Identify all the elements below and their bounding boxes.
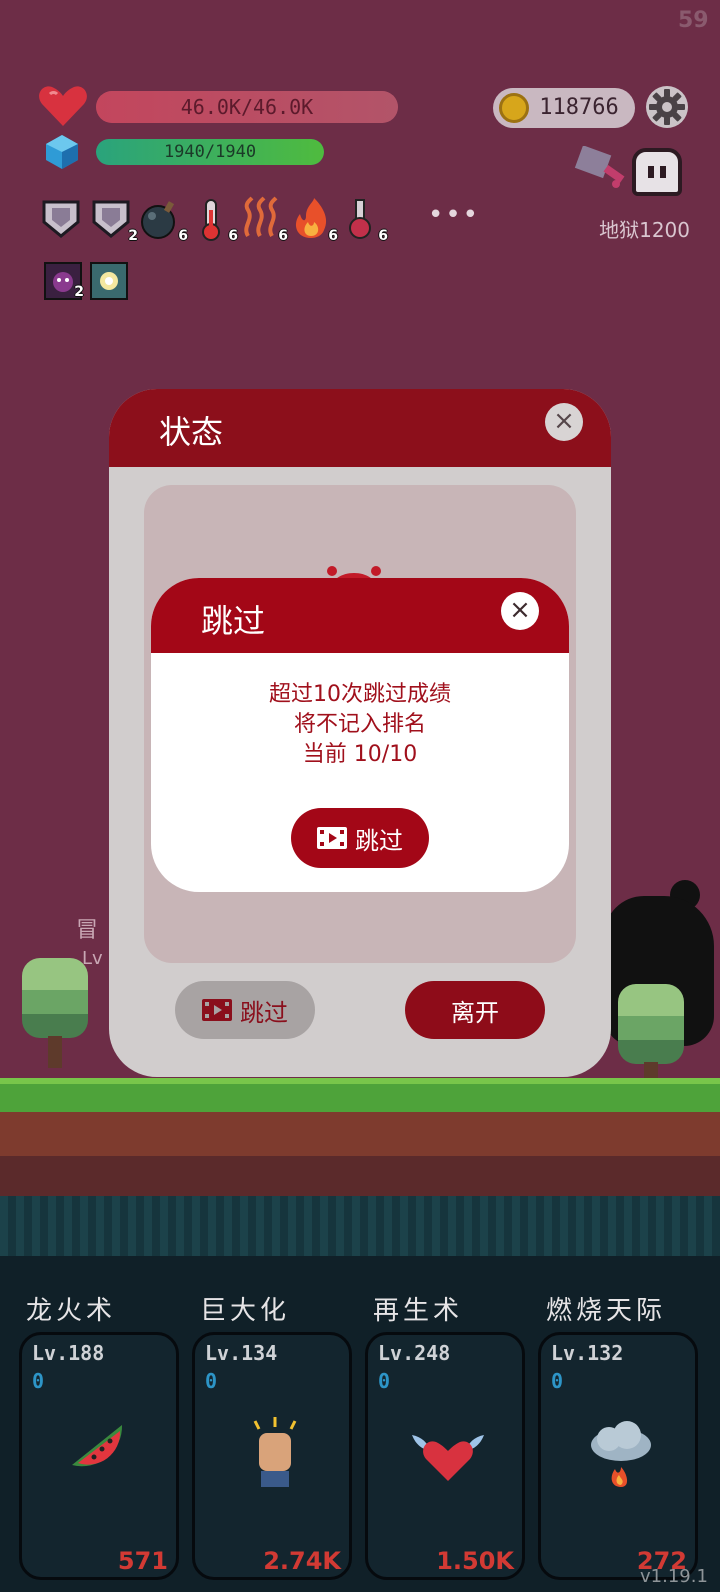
buff-count: 2	[74, 284, 84, 300]
skill-name: 燃烧天际	[546, 1296, 667, 1326]
demon-icon[interactable]: 2	[44, 262, 84, 302]
leave-button[interactable]: 离开	[405, 981, 545, 1039]
skill-card-dragon-fire[interactable]: Lv.188 0 571	[19, 1332, 179, 1580]
cleaver-icon[interactable]	[574, 146, 628, 192]
skill-extra: 0	[205, 1369, 218, 1393]
skip-close-button[interactable]: ×	[501, 592, 539, 630]
skill-extra: 0	[378, 1369, 391, 1393]
buff-count: 6	[328, 228, 338, 244]
buff-row-secondary: 2	[44, 262, 130, 302]
skill-card-burning-sky[interactable]: Lv.132 0 272	[538, 1332, 698, 1580]
skill-name: 再生术	[373, 1296, 464, 1326]
buff-count: 6	[278, 228, 288, 244]
skill-cost: 1.50K	[436, 1547, 514, 1575]
fist-icon	[253, 1417, 297, 1487]
skill-name: 巨大化	[200, 1296, 291, 1326]
thermometer-icon[interactable]: 6	[188, 196, 238, 246]
buff-count: 2	[128, 228, 138, 244]
video-ad-icon	[202, 999, 232, 1021]
potion-icon[interactable]: 6	[338, 196, 388, 246]
status-skip-button[interactable]: 跳过	[175, 981, 315, 1039]
gold-counter: 118766	[493, 88, 635, 128]
mana-text: 1940/1940	[163, 142, 257, 162]
fire-cloud-icon	[591, 1421, 651, 1487]
adventurer-label: 冒	[76, 918, 99, 943]
heat-waves-icon[interactable]: 6	[238, 196, 288, 246]
mana-crystal-icon	[46, 135, 78, 169]
fire-icon[interactable]: 6	[288, 196, 338, 246]
gold-amount: 118766	[539, 95, 619, 120]
skip-dialog-header: 跳过 ×	[151, 578, 569, 653]
ground-grass	[0, 1078, 720, 1112]
skill-cost: 571	[117, 1547, 168, 1575]
buff-count: 6	[228, 228, 238, 244]
skip-message-line: 超过10次跳过成绩	[269, 682, 451, 707]
video-ad-icon	[317, 827, 347, 849]
buff-count: 6	[178, 228, 188, 244]
adventurer-level: Lv	[82, 948, 103, 969]
shield-buff-icon[interactable]: 2	[88, 196, 138, 246]
more-buffs-button[interactable]: •••	[428, 200, 480, 230]
settings-gear-icon[interactable]	[645, 85, 689, 129]
skill-extra: 0	[551, 1369, 564, 1393]
skill-level: Lv.134	[205, 1341, 278, 1365]
skill-card-gigantify[interactable]: Lv.134 0 2.74K	[192, 1332, 352, 1580]
hell-level-label: 地狱1200	[599, 218, 690, 242]
shield-buff-icon[interactable]	[38, 196, 88, 246]
mana-bar: 1940/1940	[96, 139, 324, 165]
coin-icon	[499, 93, 529, 123]
status-skip-label: 跳过	[240, 998, 288, 1027]
ground-deep	[0, 1156, 720, 1196]
heart-icon	[39, 86, 87, 126]
fps-counter: 59	[678, 8, 709, 33]
skill-level: Lv.188	[32, 1341, 105, 1365]
skip-message-line: 当前 10/10	[302, 742, 418, 767]
version-label: v1.19.1	[640, 1566, 708, 1587]
panel-stripe	[0, 1196, 720, 1256]
hp-bar: 46.0K/46.0K	[96, 91, 398, 123]
light-icon[interactable]	[90, 262, 130, 302]
status-dialog-title: 状态	[159, 413, 224, 451]
buff-count: 6	[378, 228, 388, 244]
skill-card-regeneration[interactable]: Lv.248 0 1.50K	[365, 1332, 525, 1580]
skip-message-line: 将不记入排名	[293, 712, 426, 737]
winged-heart-icon	[412, 1435, 484, 1481]
bomb-icon[interactable]: 6	[138, 196, 188, 246]
ground-dirt	[0, 1112, 720, 1156]
skip-confirm-button[interactable]: 跳过	[291, 808, 429, 868]
skip-message: 超过10次跳过成绩 将不记入排名 当前 10/10	[151, 680, 569, 770]
watermelon-icon	[72, 1425, 123, 1467]
skill-cost: 2.74K	[263, 1547, 341, 1575]
skill-level: Lv.132	[551, 1341, 624, 1365]
status-close-button[interactable]: ×	[545, 403, 583, 441]
ghost-icon[interactable]	[632, 148, 682, 196]
skill-name: 龙火术	[26, 1296, 117, 1326]
skip-confirm-label: 跳过	[355, 826, 403, 855]
skip-dialog-title: 跳过	[201, 602, 266, 640]
skip-dialog: 跳过 × 超过10次跳过成绩 将不记入排名 当前 10/10 跳过	[151, 578, 569, 892]
skill-level: Lv.248	[378, 1341, 451, 1365]
buff-row: 2 6 6 6 6 6	[38, 196, 388, 246]
status-dialog-header: 状态 ×	[109, 389, 611, 467]
hp-text: 46.0K/46.0K	[180, 95, 314, 119]
tree	[22, 958, 88, 1068]
skill-extra: 0	[32, 1369, 45, 1393]
